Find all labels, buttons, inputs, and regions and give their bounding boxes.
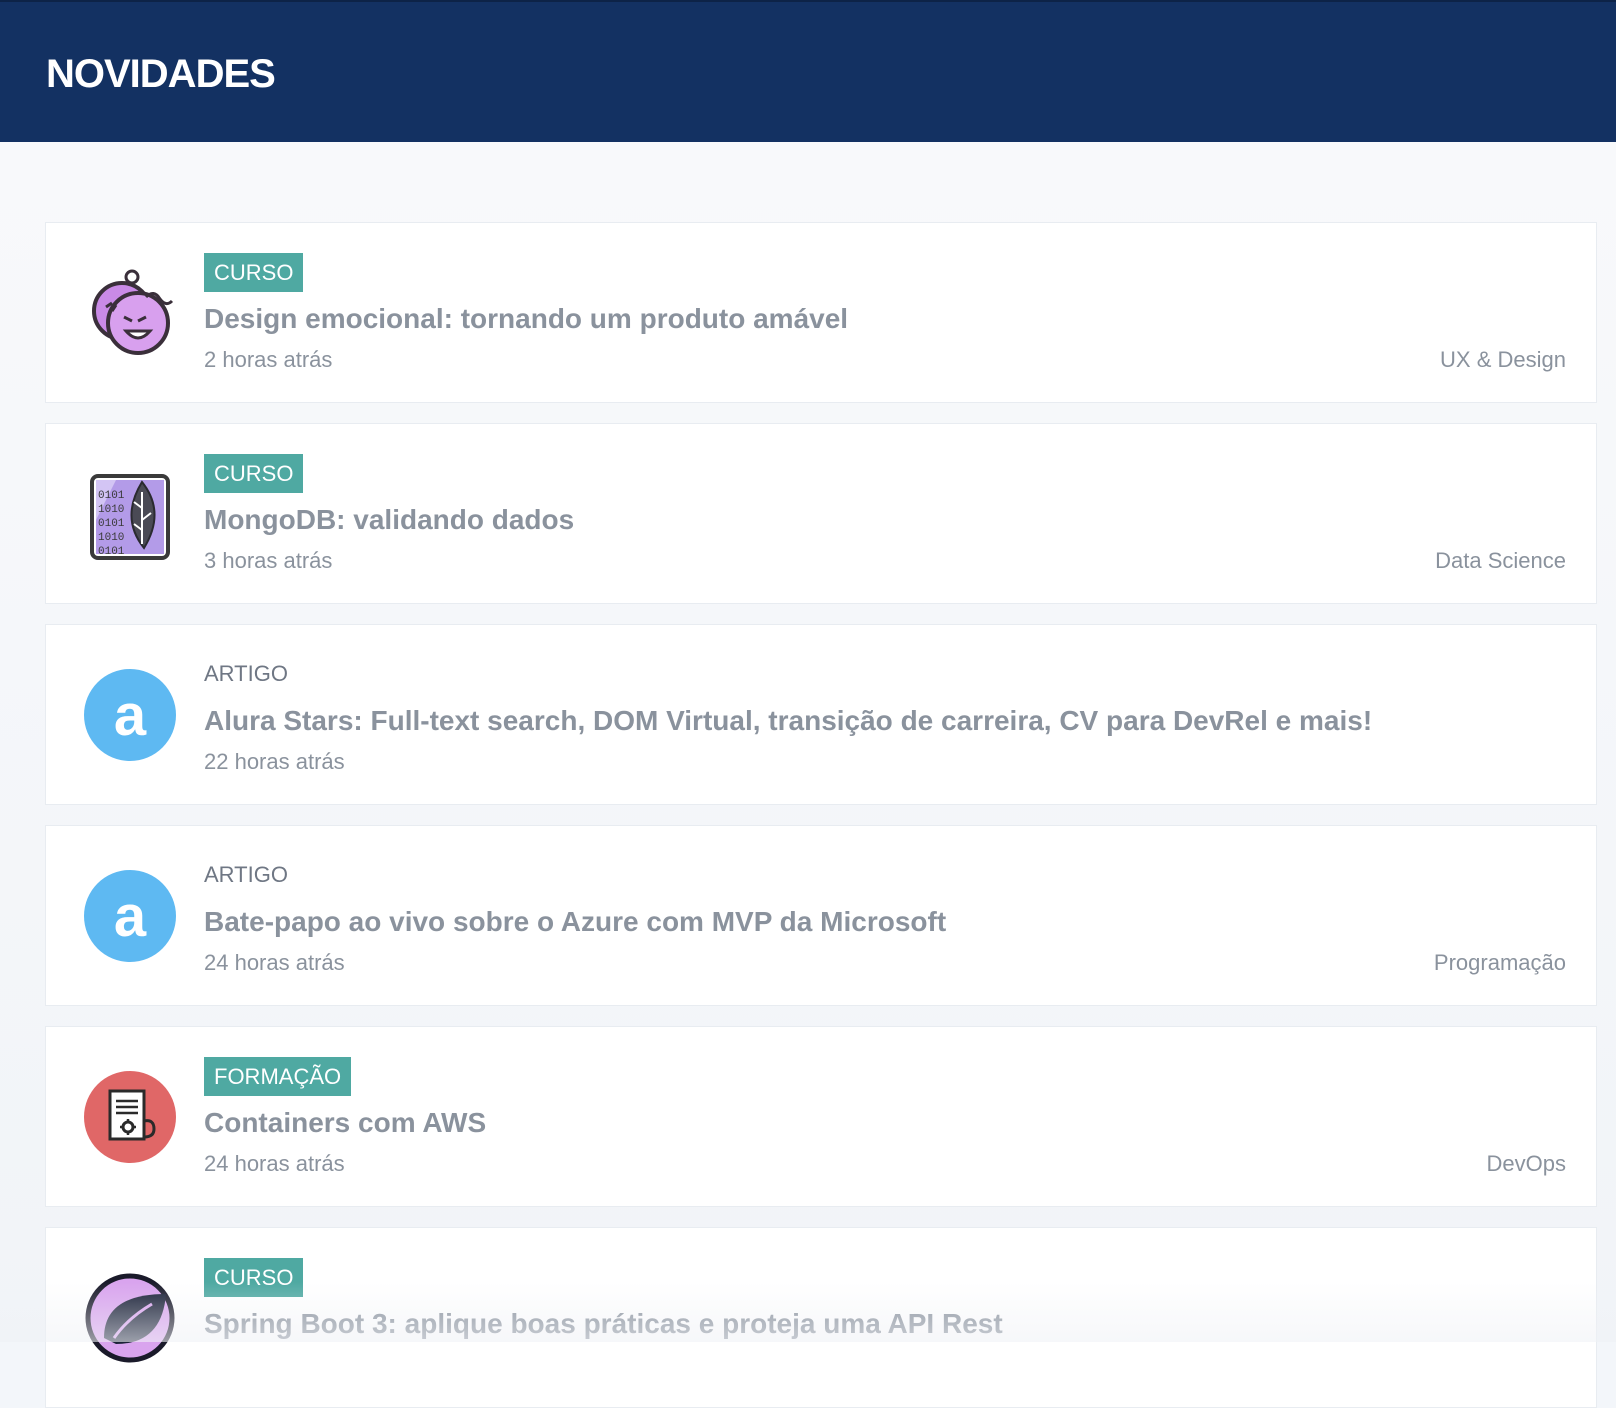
type-badge: CURSO <box>204 1258 304 1297</box>
spring-leaf-icon <box>84 1272 176 1364</box>
svg-text:1010: 1010 <box>98 504 124 516</box>
mongodb-leaf-icon: 0101 1010 0101 1010 0101 <box>84 468 176 560</box>
item-title[interactable]: Spring Boot 3: aplique boas práticas e p… <box>204 1308 1003 1340</box>
item-category: Programação <box>1433 950 1566 975</box>
type-badge: FORMAÇÃO <box>204 1057 352 1096</box>
news-item[interactable]: CURSO Spring Boot 3: aplique boas prátic… <box>45 1227 1597 1408</box>
page-title: NOVIDADES <box>46 52 276 96</box>
news-item[interactable]: 0101 1010 0101 1010 0101 CURSO MongoDB: … <box>45 423 1597 604</box>
item-time: 22 horas atrás <box>204 749 345 774</box>
item-category: UX & Design <box>1440 347 1566 372</box>
item-title[interactable]: MongoDB: validando dados <box>204 504 574 536</box>
svg-text:0101: 0101 <box>98 546 125 558</box>
news-item[interactable]: CURSO Design emocional: tornando um prod… <box>45 222 1597 403</box>
svg-text:0101: 0101 <box>98 518 125 530</box>
item-time: 24 horas atrás <box>204 1151 345 1176</box>
svg-text:1010: 1010 <box>98 532 124 544</box>
svg-text:a: a <box>114 884 147 949</box>
type-label: ARTIGO <box>204 862 288 887</box>
item-category: Data Science <box>1435 548 1566 573</box>
type-badge: CURSO <box>204 253 304 292</box>
item-category: DevOps <box>1486 1151 1566 1176</box>
type-label: ARTIGO <box>204 661 288 686</box>
svg-text:a: a <box>114 683 147 748</box>
item-time: 2 horas atrás <box>204 347 333 372</box>
item-title[interactable]: Bate-papo ao vivo sobre o Azure com MVP … <box>204 906 946 938</box>
alura-logo-icon: a <box>84 669 176 761</box>
news-list: CURSO Design emocional: tornando um prod… <box>0 142 1616 1408</box>
emotional-faces-icon <box>84 267 176 359</box>
item-title[interactable]: Alura Stars: Full-text search, DOM Virtu… <box>204 705 1372 737</box>
item-time: 24 horas atrás <box>204 950 345 975</box>
type-badge: CURSO <box>204 454 304 493</box>
svg-text:0101: 0101 <box>98 490 125 502</box>
news-item[interactable]: FORMAÇÃO Containers com AWS 24 horas atr… <box>45 1026 1597 1207</box>
news-item[interactable]: a ARTIGO Bate-papo ao vivo sobre o Azure… <box>45 825 1597 1006</box>
aws-container-icon <box>84 1071 176 1163</box>
page-header: NOVIDADES <box>0 0 1616 142</box>
item-title[interactable]: Containers com AWS <box>204 1107 486 1139</box>
item-title[interactable]: Design emocional: tornando um produto am… <box>204 303 848 335</box>
news-item[interactable]: a ARTIGO Alura Stars: Full-text search, … <box>45 624 1597 805</box>
alura-logo-icon: a <box>84 870 176 962</box>
item-time: 3 horas atrás <box>204 548 333 573</box>
